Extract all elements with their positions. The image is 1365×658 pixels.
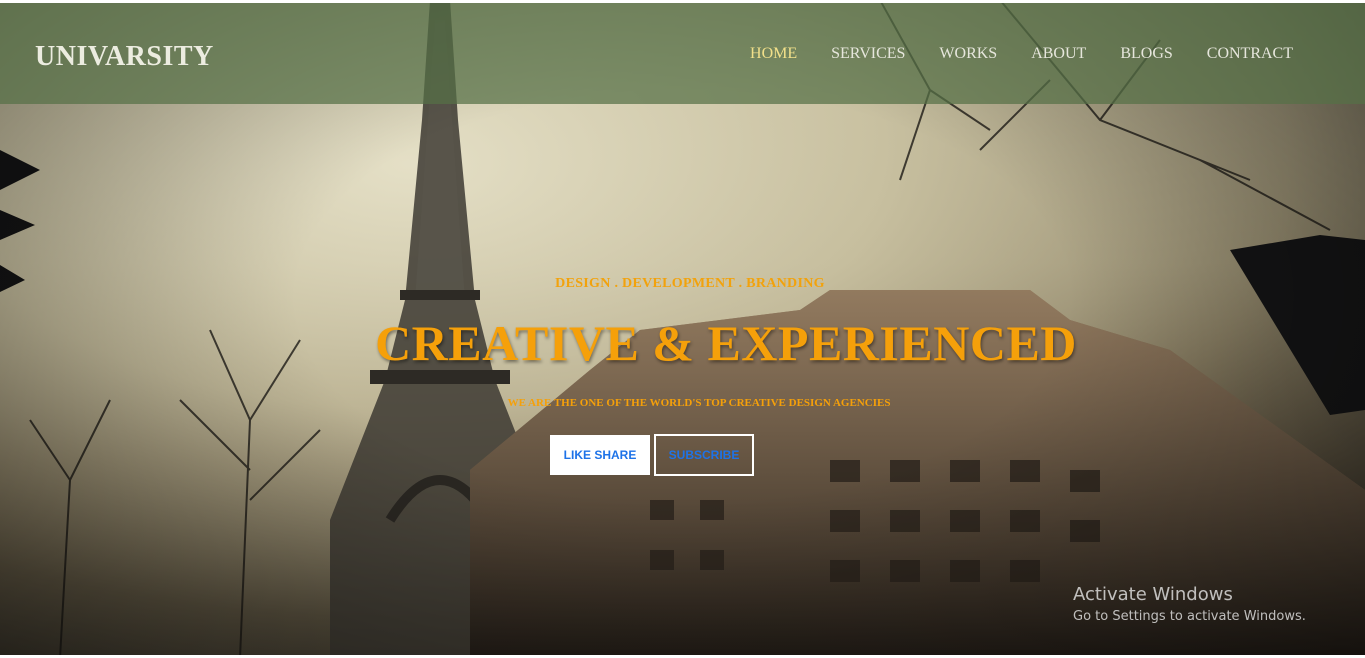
nav-blogs[interactable]: BLOGS — [1120, 45, 1172, 63]
nav-home[interactable]: HOME — [750, 45, 797, 63]
nav-contract[interactable]: CONTRACT — [1207, 45, 1293, 63]
hero-subline: WE ARE THE ONE OF THE WORLD'S TOP CREATI… — [507, 397, 891, 409]
like-share-button[interactable]: LIKE SHARE — [550, 435, 650, 475]
navbar: UNIVARSITY HOME SERVICES WORKS ABOUT BLO… — [0, 3, 1365, 104]
nav-about[interactable]: ABOUT — [1031, 45, 1086, 63]
activate-windows-watermark: Activate Windows Go to Settings to activ… — [1073, 584, 1306, 624]
activate-windows-subtitle: Go to Settings to activate Windows. — [1073, 609, 1306, 624]
nav-services[interactable]: SERVICES — [831, 45, 905, 63]
nav-works[interactable]: WORKS — [939, 45, 997, 63]
subscribe-button[interactable]: SUBSCRIBE — [654, 434, 754, 476]
hero-headline: CREATIVE & EXPERIENCED — [375, 315, 1077, 371]
hero-tagline: DESIGN . DEVELOPMENT . BRANDING — [555, 276, 825, 291]
activate-windows-title: Activate Windows — [1073, 584, 1233, 605]
main-nav: HOME SERVICES WORKS ABOUT BLOGS CONTRACT — [716, 45, 1293, 63]
site-logo[interactable]: UNIVARSITY — [35, 41, 214, 73]
